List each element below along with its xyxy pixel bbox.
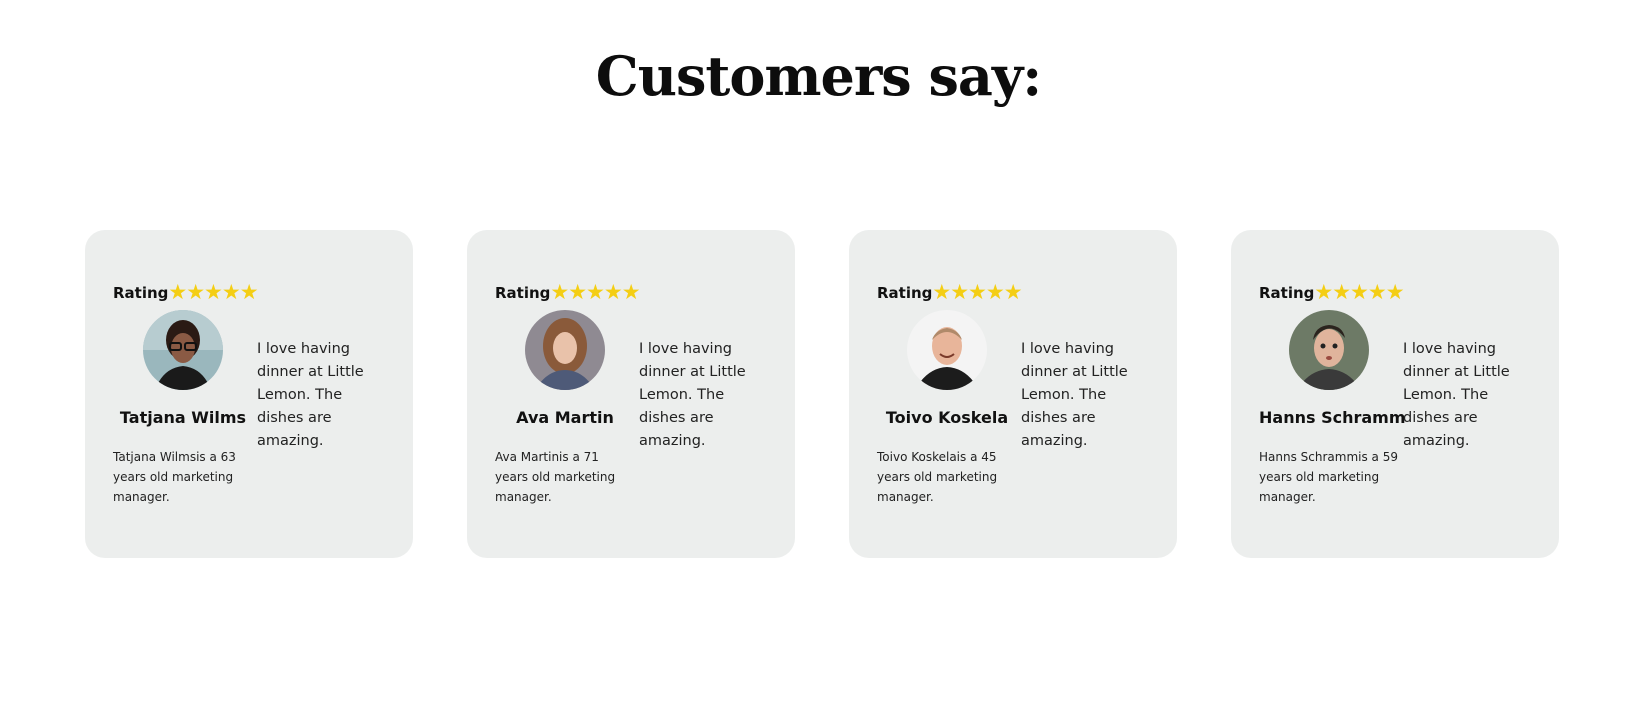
rating-row: Rating ★★★★★: [495, 282, 767, 304]
rating-row: Rating ★★★★★: [877, 282, 1149, 304]
star-rating-icon: ★★★★★: [550, 280, 640, 304]
rating-row: Rating ★★★★★: [1259, 282, 1531, 304]
testimonial-quote: I love having dinner at Little Lemon. Th…: [1021, 340, 1128, 449]
customer-description: Hanns Schrammis a 59 years old marketing…: [1259, 449, 1398, 504]
avatar: [1289, 309, 1369, 390]
customer-description: Tatjana Wilmsis a 63 years old marketing…: [113, 449, 236, 504]
rating-label: Rating: [877, 283, 933, 302]
testimonial-quote: I love having dinner at Little Lemon. Th…: [639, 340, 746, 449]
star-rating-icon: ★★★★★: [168, 280, 258, 304]
rating-label: Rating: [495, 283, 551, 302]
avatar: [907, 309, 987, 390]
rating-label: Rating: [113, 283, 169, 302]
star-rating-icon: ★★★★★: [1314, 280, 1404, 304]
customer-name: Tatjana Wilms: [119, 407, 247, 427]
section-title: Customers say:: [595, 44, 1042, 108]
customer-description: Toivo Koskelais a 45 years old marketing…: [877, 449, 998, 504]
customer-description: Ava Martinis a 71 years old marketing ma…: [495, 449, 616, 504]
customer-name: Ava Martin: [516, 407, 614, 427]
testimonial-card: Rating ★★★★★ Ava Martin Ava Martinis a 7…: [467, 230, 795, 558]
rating-label: Rating: [1259, 283, 1315, 302]
rating-row: Rating ★★★★★: [113, 282, 385, 304]
avatar: [525, 309, 605, 390]
testimonial-card: Rating ★★★★★: [1231, 230, 1559, 558]
testimonial-quote: I love having dinner at Little Lemon. Th…: [257, 340, 364, 449]
customer-name: Hanns Schramm: [1259, 407, 1406, 427]
customer-name: Toivo Koskela: [885, 407, 1009, 427]
testimonials-list: Rating ★★★★★ Tatjana Wilms Tatjana Wilms…: [85, 230, 1559, 558]
avatar: [143, 309, 223, 390]
star-rating-icon: ★★★★★: [932, 280, 1022, 304]
testimonial-card: Rating ★★★★★: [85, 230, 413, 558]
testimonial-quote: I love having dinner at Little Lemon. Th…: [1403, 340, 1510, 449]
testimonial-card: Rating ★★★★★ Toivo Koskela Toivo Koskela…: [849, 230, 1177, 558]
